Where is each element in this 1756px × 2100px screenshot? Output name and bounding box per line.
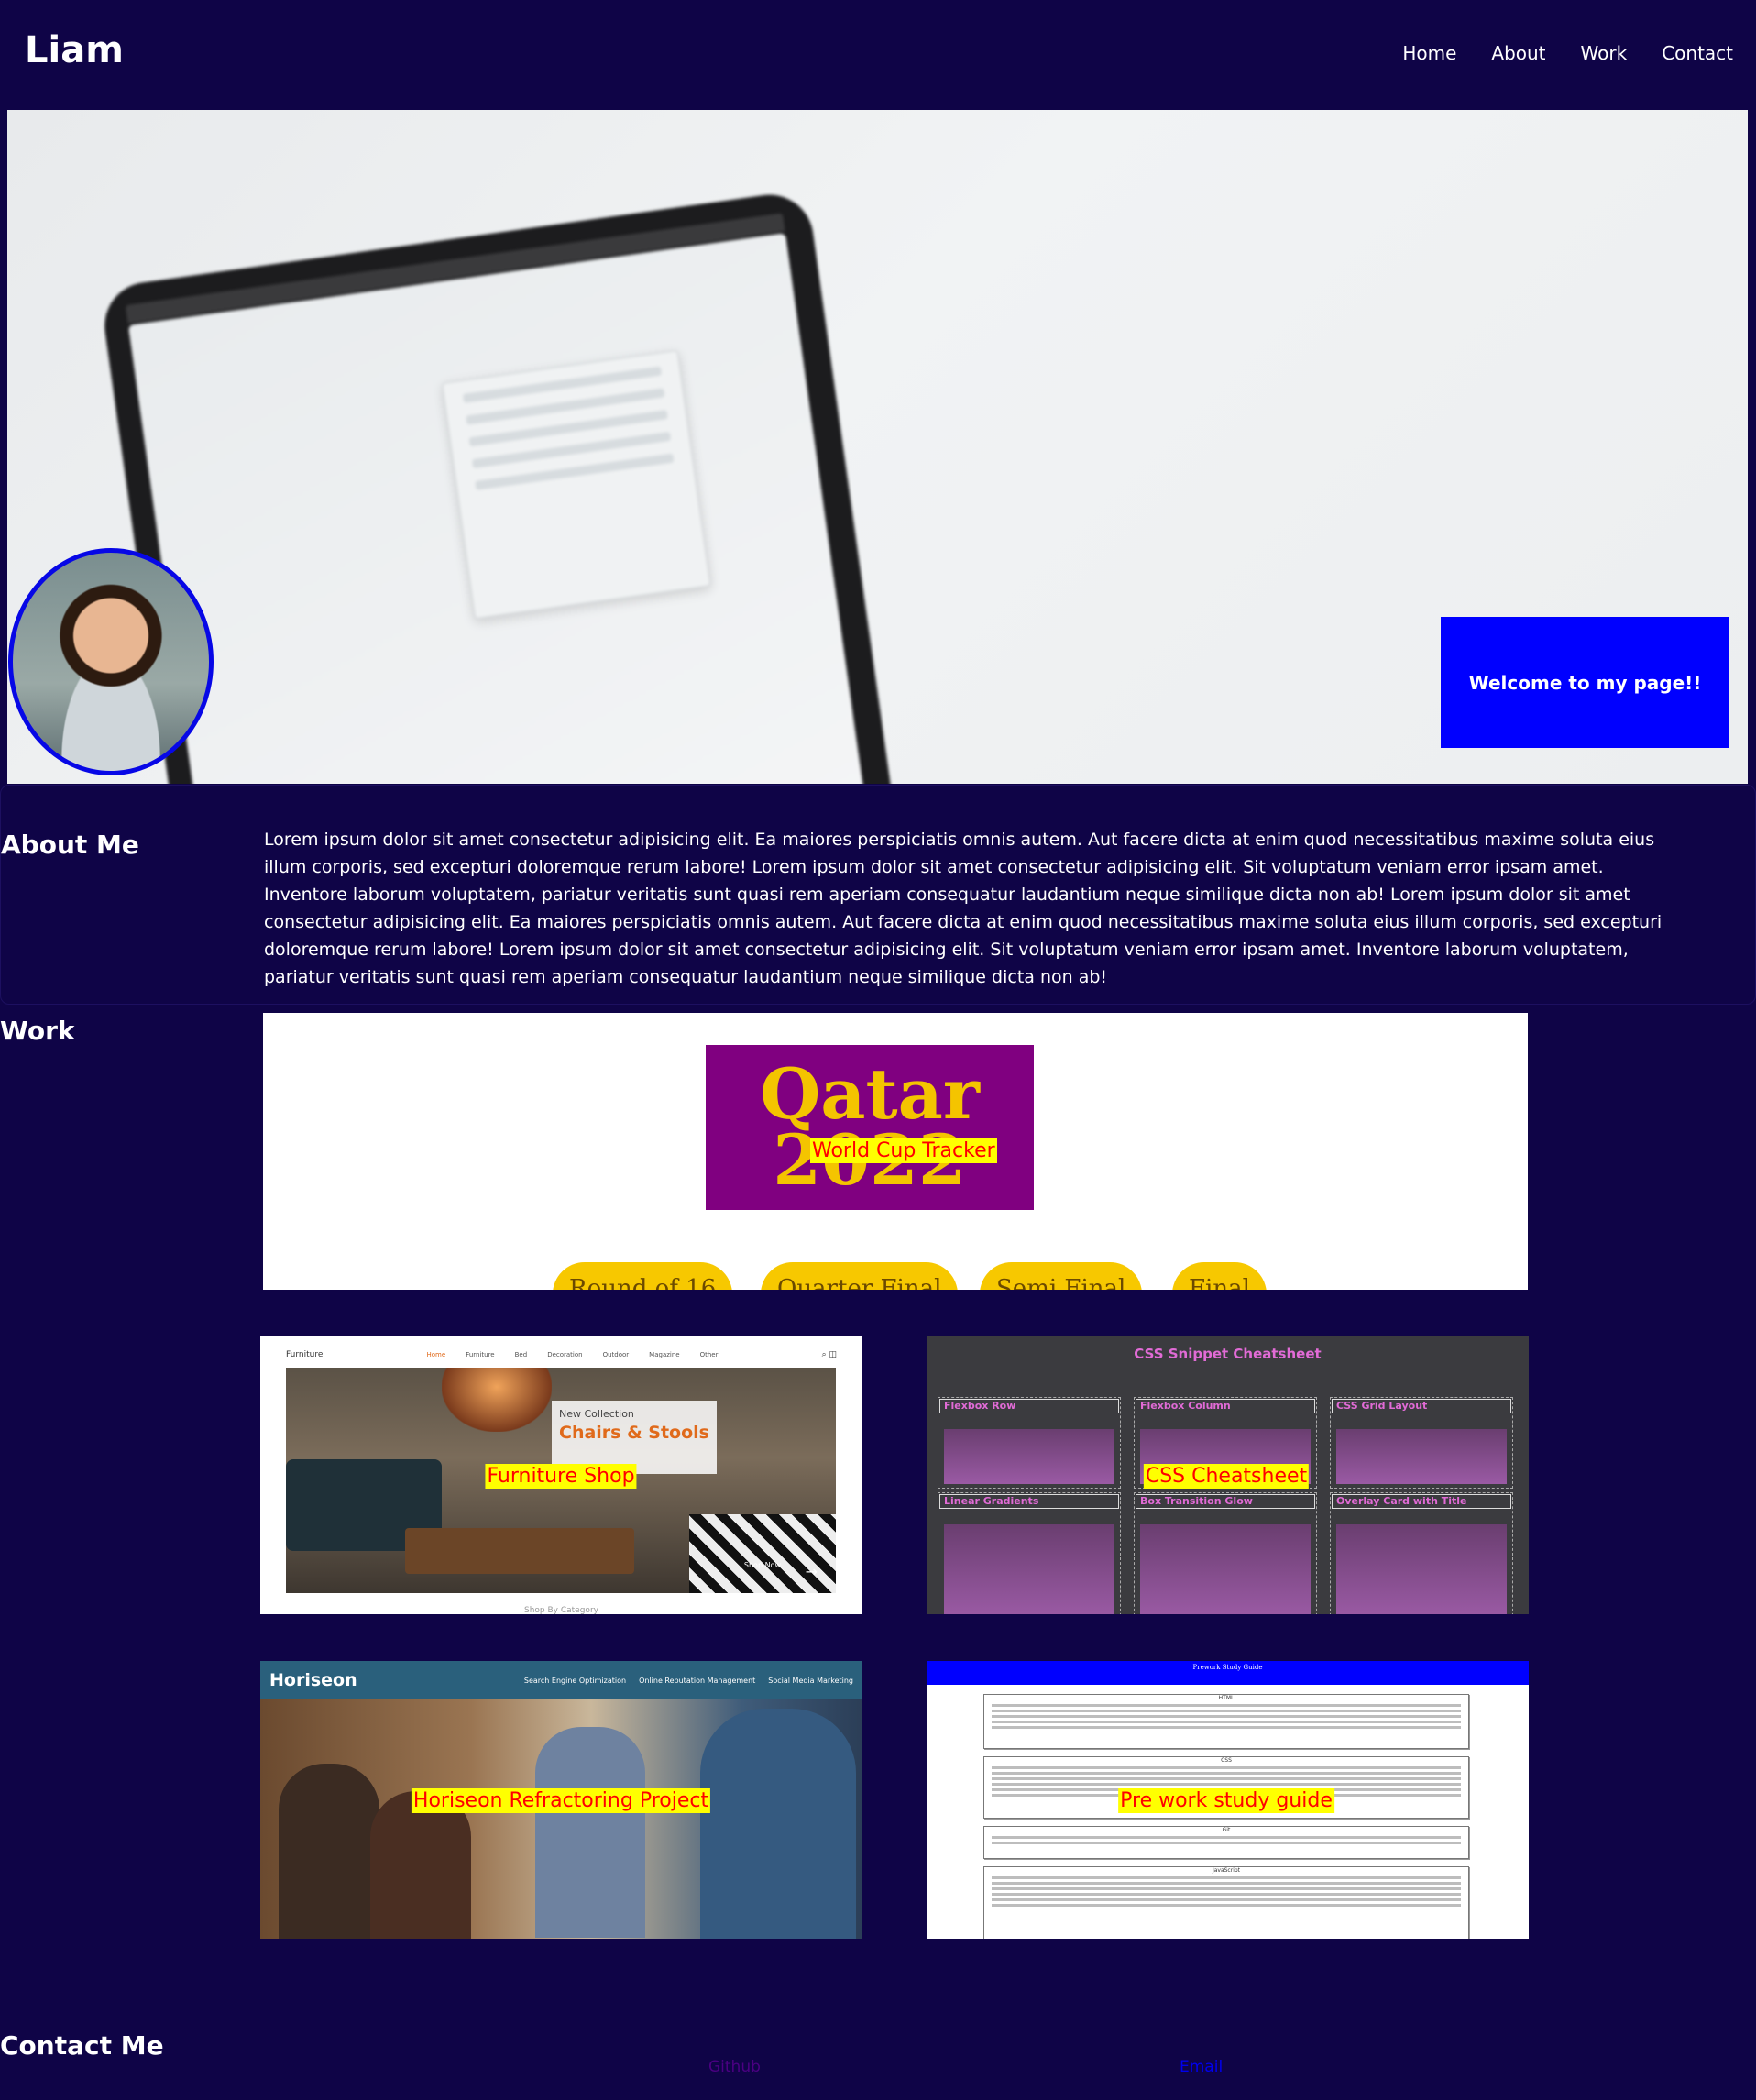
project-label: Horiseon Refractoring Project xyxy=(411,1788,711,1813)
team-photo xyxy=(260,1699,862,1939)
menu-item: Search Engine Optimization xyxy=(523,1676,627,1685)
shop-by-category: Shop By Category xyxy=(524,1606,598,1614)
cheatsheet-title: CSS Snippet Cheatsheet xyxy=(1134,1346,1322,1362)
horiseon-menu: Search Engine Optimization Online Reputa… xyxy=(524,1677,853,1685)
github-link[interactable]: Github xyxy=(708,2058,761,2076)
semi-pill: Semi Final xyxy=(980,1262,1143,1290)
about-text: Lorem ipsum dolor sit amet consectetur a… xyxy=(264,830,1663,987)
project-card-cheatsheet[interactable]: CSS Snippet Cheatsheet Flexbox Row Flexb… xyxy=(927,1336,1529,1614)
contact-title: Contact Me xyxy=(0,2030,164,2061)
cs-box: Box Transition Glow xyxy=(1134,1492,1317,1614)
featured-project-card[interactable]: Qatar 2022 Round of 16 Quarter Final Sem… xyxy=(263,1013,1528,1290)
study-section: JavaScript xyxy=(983,1866,1469,1939)
work-title: Work xyxy=(0,1016,75,1046)
arrow-right-icon: → xyxy=(805,1563,818,1580)
qatar-line-1: Qatar xyxy=(760,1053,980,1135)
project-label: CSS Cheatsheet xyxy=(1143,1464,1310,1489)
horiseon-logo: Horiseon xyxy=(269,1670,357,1690)
menu-item: Outdoor xyxy=(602,1351,630,1358)
furniture-brand: Furniture xyxy=(286,1350,324,1359)
cs-box: CSS Grid Layout xyxy=(1330,1397,1513,1489)
nav-about-link[interactable]: About xyxy=(1491,42,1545,64)
qatar-logo-image: Qatar 2022 xyxy=(706,1045,1034,1210)
menu-item: Online Reputation Management xyxy=(639,1676,756,1685)
menu-item: Bed xyxy=(514,1351,528,1358)
menu-item: Furniture xyxy=(466,1351,495,1358)
laptop-dialog xyxy=(441,349,711,620)
nav-contact-link[interactable]: Contact xyxy=(1662,42,1733,64)
round-pill: Round of 16 xyxy=(553,1262,733,1290)
project-card-furniture[interactable]: Furniture Home Furniture Bed Decoration … xyxy=(260,1336,862,1614)
project-label: Pre work study guide xyxy=(1118,1788,1334,1813)
menu-item: Social Media Marketing xyxy=(768,1676,853,1685)
menu-item: Decoration xyxy=(547,1351,583,1358)
cs-box: Linear Gradients xyxy=(938,1492,1121,1614)
final-pill: Final xyxy=(1172,1262,1267,1290)
hero-laptop-image xyxy=(99,189,905,784)
menu-item: Home xyxy=(426,1351,446,1358)
project-card-study-guide[interactable]: Prework Study Guide HTML CSS Git JavaScr… xyxy=(927,1661,1529,1939)
study-section: Git xyxy=(983,1826,1469,1859)
project-card-horiseon[interactable]: Horiseon Search Engine Optimization Onli… xyxy=(260,1661,862,1939)
email-link[interactable]: Email xyxy=(1180,2058,1223,2076)
cs-box: Overlay Card with Title xyxy=(1330,1492,1513,1614)
study-guide-header: Prework Study Guide xyxy=(927,1661,1529,1685)
profile-avatar xyxy=(8,548,214,775)
nav-work-link[interactable]: Work xyxy=(1581,42,1628,64)
shop-now-text: Shop Now xyxy=(743,1561,781,1569)
about-title: About Me xyxy=(1,830,139,860)
nav-home-link[interactable]: Home xyxy=(1402,42,1456,64)
cart-icon: ⌕ ◫ xyxy=(821,1350,837,1359)
panel-small: New Collection xyxy=(559,1408,634,1420)
main-nav: Home About Work Contact xyxy=(1402,42,1733,64)
project-label: World Cup Tracker xyxy=(810,1138,997,1163)
panel-big: Chairs & Stools xyxy=(559,1423,709,1443)
cs-box: Flexbox Row xyxy=(938,1397,1121,1489)
project-label: Furniture Shop xyxy=(485,1464,637,1489)
about-section: About Me Lorem ipsum dolor sit amet cons… xyxy=(0,785,1756,1005)
furniture-nav: Furniture Home Furniture Bed Decoration … xyxy=(286,1347,837,1362)
horiseon-header: Horiseon Search Engine Optimization Onli… xyxy=(260,1661,862,1699)
furniture-menu: Home Furniture Bed Decoration Outdoor Ma… xyxy=(427,1351,719,1358)
cheatsheet-subtitle xyxy=(982,1366,1474,1382)
quarter-pill: Quarter Final xyxy=(761,1262,959,1290)
laptop-screen xyxy=(127,233,877,784)
menu-item: Magazine xyxy=(649,1351,680,1358)
study-section: HTML xyxy=(983,1694,1469,1749)
site-header: Liam Home About Work Contact xyxy=(7,0,1748,110)
collection-panel: New Collection Chairs & Stools xyxy=(552,1401,717,1474)
menu-item: Other xyxy=(699,1351,719,1358)
site-logo: Liam xyxy=(25,29,124,71)
study-guide-title: Prework Study Guide xyxy=(1192,1664,1263,1671)
welcome-banner: Welcome to my page!! xyxy=(1441,617,1729,748)
